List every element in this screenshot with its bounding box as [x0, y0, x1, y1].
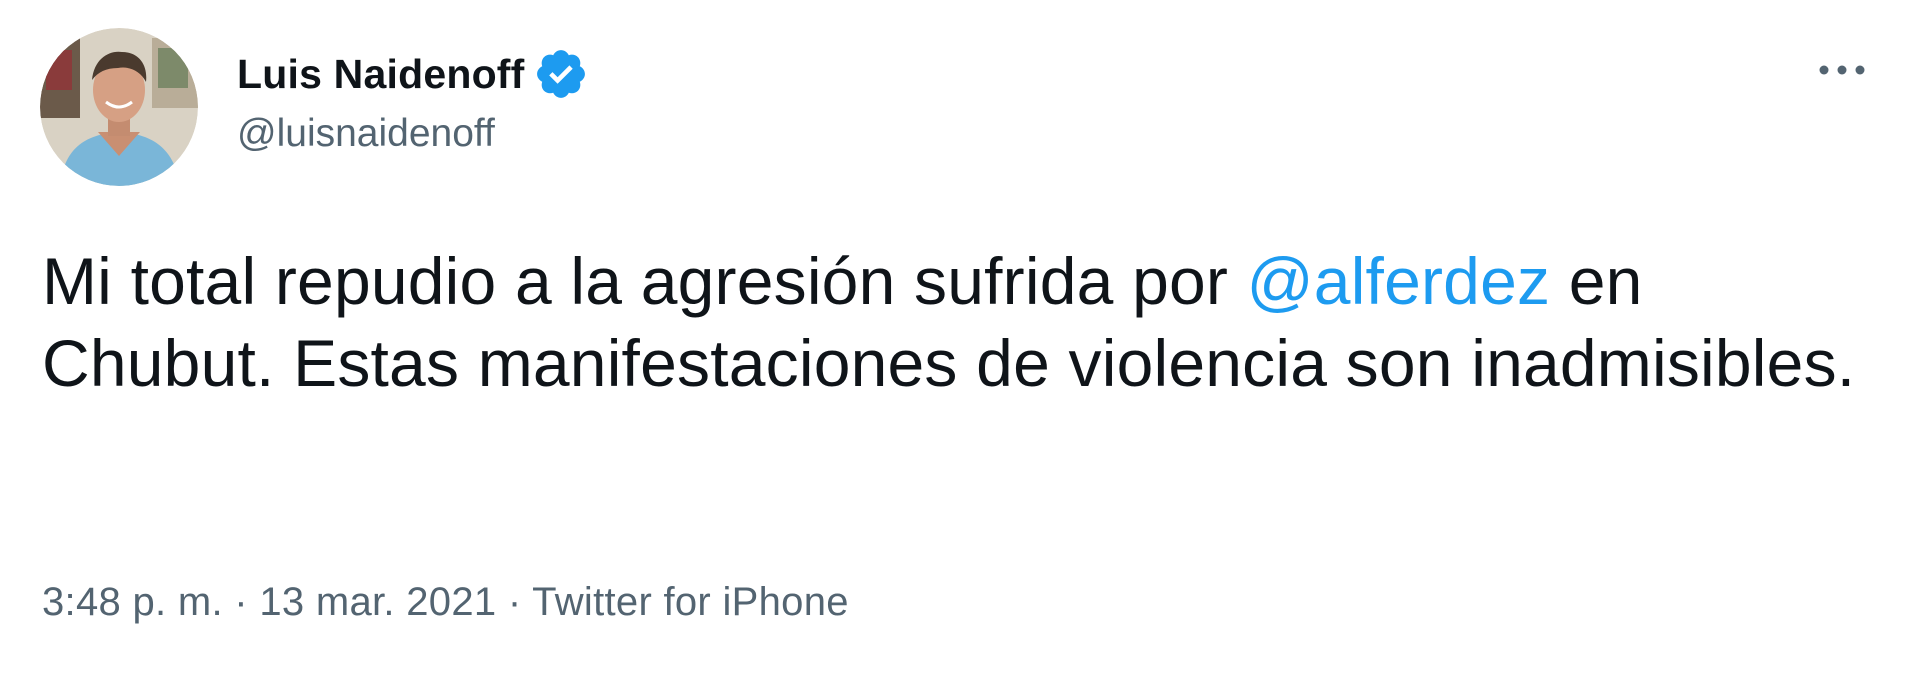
- tweet-date[interactable]: 13 mar. 2021: [259, 580, 496, 624]
- tweet-text-part: Mi total repudio a la agresión sufrida p…: [42, 244, 1247, 318]
- tweet-time[interactable]: 3:48 p. m.: [42, 580, 223, 624]
- mention-link[interactable]: @alferdez: [1247, 244, 1551, 318]
- meta-separator: ·: [222, 580, 260, 624]
- more-options-icon[interactable]: [1812, 52, 1872, 88]
- avatar-photo: [40, 28, 198, 186]
- tweet-text: Mi total repudio a la agresión sufrida p…: [42, 240, 1882, 404]
- author-name-row: Luis Naidenoff: [237, 44, 589, 104]
- author-handle[interactable]: @luisnaidenoff: [237, 112, 495, 156]
- verified-badge-icon: [533, 46, 589, 102]
- author-display-name[interactable]: Luis Naidenoff: [237, 51, 525, 98]
- tweet-metadata: 3:48 p. m. · 13 mar. 2021 · Twitter for …: [42, 580, 849, 625]
- avatar[interactable]: [40, 28, 198, 186]
- tweet-source[interactable]: Twitter for iPhone: [532, 580, 849, 624]
- tweet-card: Luis Naidenoff @luisnaidenoff Mi total r…: [0, 0, 1920, 674]
- meta-separator: ·: [496, 580, 533, 624]
